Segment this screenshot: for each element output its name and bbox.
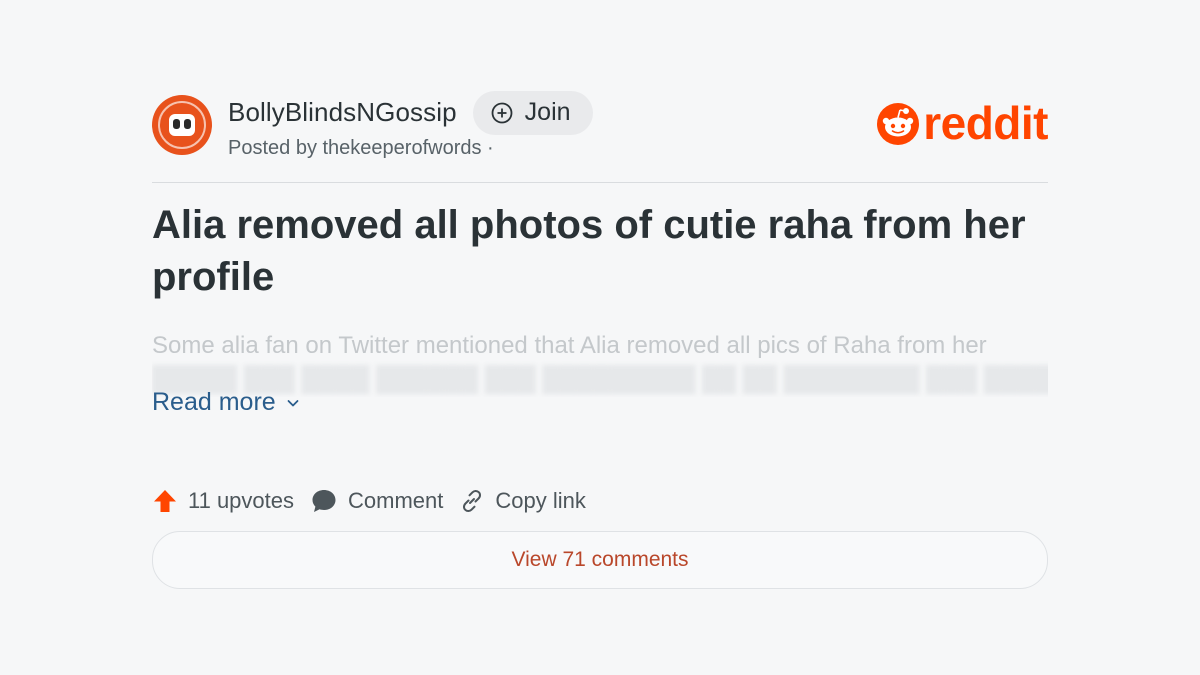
plus-circle-icon (491, 102, 513, 123)
reddit-post-card: BollyBlindsNGossip Join Posted by thekee… (152, 80, 1048, 589)
upvotes-count: 11 upvotes (188, 488, 295, 513)
join-button[interactable]: Join (472, 90, 593, 135)
reddit-logo: reddit (875, 100, 1048, 146)
post-meta-top: BollyBlindsNGossip Join (228, 90, 593, 135)
post-body-line: Some alia fan on Twitter mentioned that … (152, 332, 987, 359)
upvote-button[interactable]: 11 upvotes (152, 488, 294, 514)
copy-link-label: Copy link (495, 488, 586, 513)
speech-bubble-icon (312, 490, 336, 512)
join-label: Join (524, 98, 571, 126)
comment-button[interactable]: Comment (310, 487, 443, 515)
read-more-label: Read more (152, 388, 276, 416)
reddit-alien-icon (877, 103, 920, 145)
chevron-down-icon (287, 399, 299, 406)
copy-link-button[interactable]: Copy link (459, 488, 586, 514)
header-divider (152, 182, 1048, 183)
read-more-button[interactable]: Read more (152, 388, 300, 417)
avatar-faces (169, 114, 195, 136)
subreddit-name[interactable]: BollyBlindsNGossip (228, 97, 457, 128)
post-title[interactable]: Alia removed all photos of cutie raha fr… (152, 199, 1048, 303)
post-header: BollyBlindsNGossip Join Posted by thekee… (152, 80, 1048, 170)
comment-label: Comment (348, 488, 444, 513)
upvote-arrow-icon (154, 490, 176, 512)
view-comments-button[interactable]: View 71 comments (152, 531, 1048, 589)
reddit-wordmark: reddit (923, 97, 1048, 149)
post-body-preview: Some alia fan on Twitter mentioned that … (152, 329, 1048, 397)
view-comments-label: View 71 comments (511, 548, 689, 571)
posted-by: Posted by thekeeperofwords · (228, 136, 494, 159)
post-meta: BollyBlindsNGossip Join Posted by thekee… (228, 90, 593, 160)
post-actions: 11 upvotes Comment Copy link (152, 481, 1048, 521)
link-icon (463, 489, 482, 513)
subreddit-avatar[interactable] (152, 95, 212, 155)
